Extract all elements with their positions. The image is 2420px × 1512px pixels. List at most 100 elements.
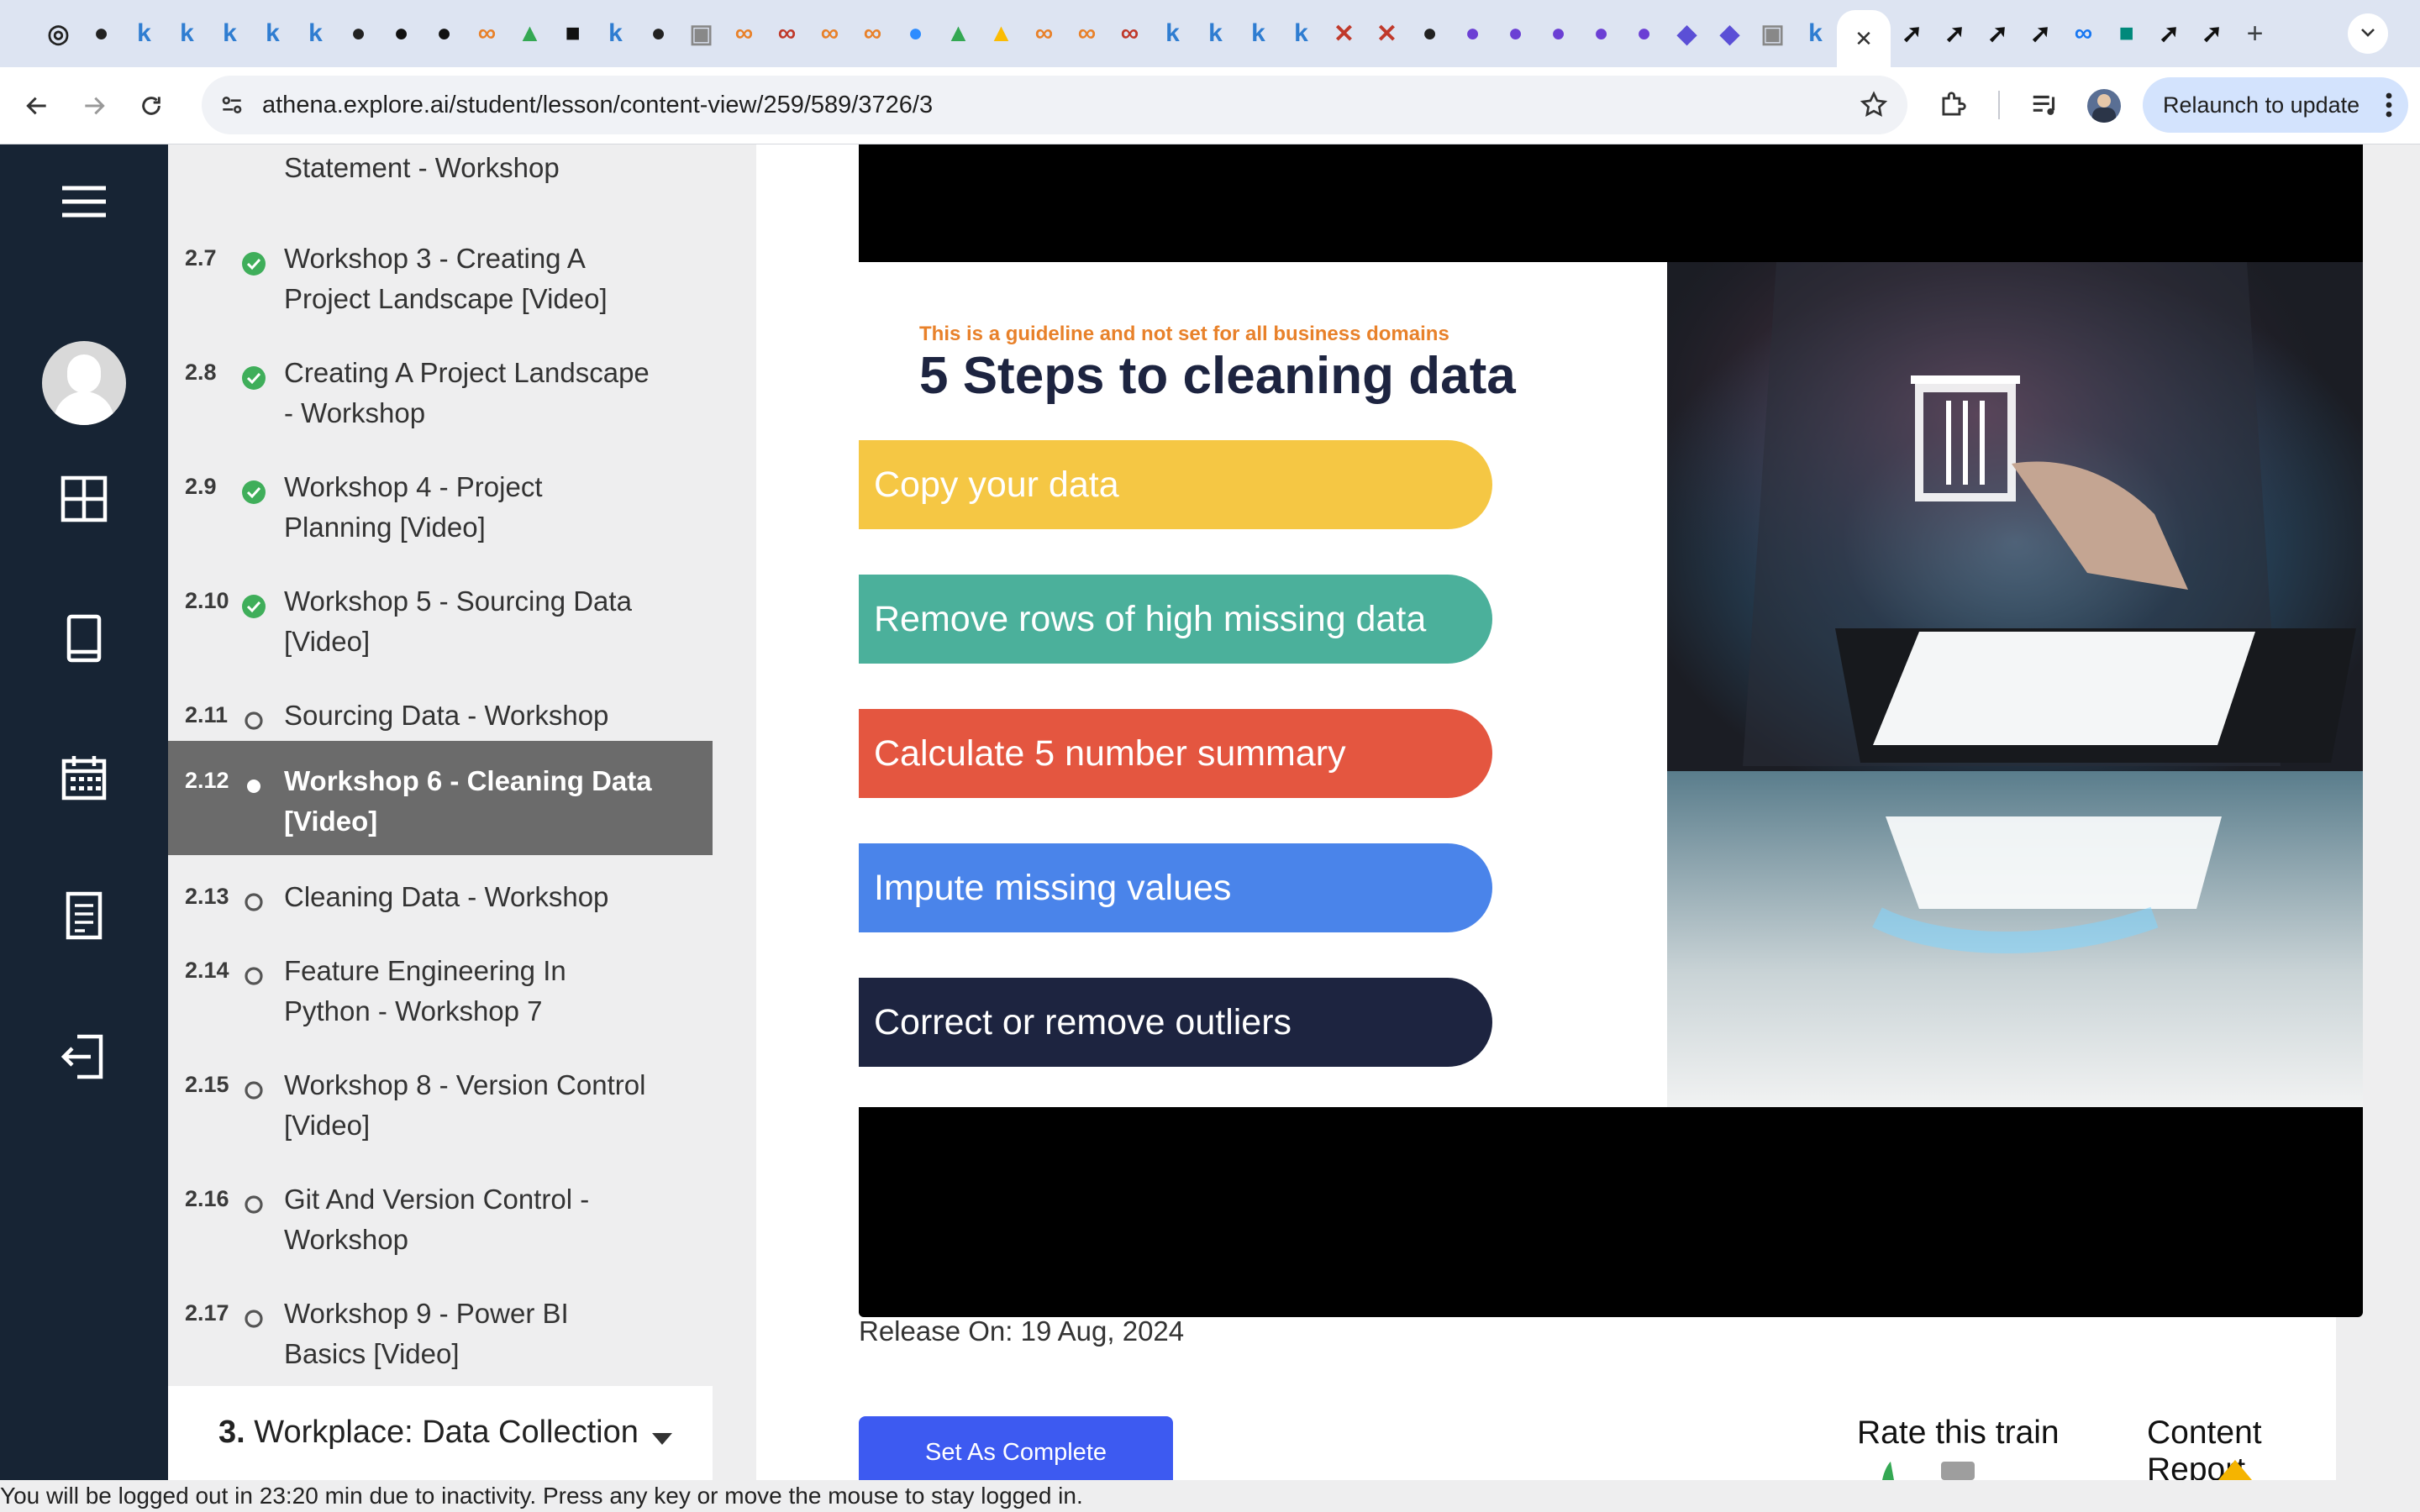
browser-tab[interactable]: ∞ (765, 8, 808, 59)
media-controls-icon[interactable] (2029, 89, 2061, 121)
browser-tab[interactable]: ➚ (1933, 8, 1976, 59)
relaunch-button[interactable]: Relaunch to update (2143, 77, 2408, 133)
browser-tab[interactable]: ▲ (980, 8, 1023, 59)
browser-tab[interactable]: k (1280, 8, 1323, 59)
lesson-number: 2.8 (185, 360, 217, 385)
book-icon[interactable] (59, 613, 109, 664)
browser-tab[interactable]: ➚ (1891, 8, 1933, 59)
browser-tab[interactable]: k (594, 8, 637, 59)
lesson-item[interactable]: 2.15 Workshop 8 - Version Control [Video] (168, 1045, 713, 1159)
browser-tab-active[interactable]: ✕ (1837, 10, 1891, 67)
logout-icon[interactable] (59, 1032, 109, 1082)
browser-tab[interactable]: ● (1537, 8, 1580, 59)
user-avatar[interactable] (42, 341, 126, 425)
browser-tab[interactable]: ● (1451, 8, 1494, 59)
browser-tab[interactable]: ■ (551, 8, 594, 59)
lesson-item[interactable]: 2.17 Workshop 9 - Power BI Basics [Video] (168, 1273, 713, 1388)
browser-tab[interactable]: ◆ (1708, 8, 1751, 59)
browser-tab[interactable]: k (294, 8, 337, 59)
lesson-title: Workshop 9 - Power BI Basics [Video] (284, 1298, 569, 1369)
lesson-item[interactable]: Statement - Workshop (168, 144, 713, 212)
browser-tab[interactable]: k (251, 8, 294, 59)
browser-tab[interactable]: ● (380, 8, 423, 59)
browser-tab[interactable]: k (1237, 8, 1280, 59)
browser-tab[interactable]: ● (423, 8, 466, 59)
address-bar[interactable]: athena.explore.ai/student/lesson/content… (202, 76, 1907, 134)
lesson-item[interactable]: 2.8 Creating A Project Landscape - Worksh… (168, 333, 713, 447)
browser-tab[interactable]: ➚ (2191, 8, 2233, 59)
lesson-item[interactable]: 2.16 Git And Version Control - Workshop (168, 1159, 713, 1273)
browser-tab[interactable]: ➚ (2019, 8, 2062, 59)
meet-icon: ■ (2118, 19, 2134, 47)
browser-tab[interactable]: ▲ (508, 8, 551, 59)
profile-avatar[interactable] (2087, 89, 2121, 123)
warning-icon[interactable] (2218, 1460, 2252, 1480)
browser-tab[interactable]: k (1194, 8, 1237, 59)
browser-tab[interactable]: ∞ (723, 8, 765, 59)
browser-tab[interactable]: ■ (2105, 8, 2148, 59)
browser-tab[interactable]: ∞ (1065, 8, 1108, 59)
dashboard-icon[interactable] (59, 474, 109, 524)
video-player[interactable]: This is a guideline and not set for all … (859, 144, 2363, 1317)
browser-tab[interactable]: k (1151, 8, 1194, 59)
browser-tab[interactable]: ◆ (1665, 8, 1708, 59)
browser-tab[interactable]: ∞ (466, 8, 508, 59)
caret-down-icon[interactable] (652, 1433, 672, 1445)
set-as-complete-button[interactable]: Set As Complete (859, 1416, 1173, 1488)
browser-tab[interactable]: ● (80, 8, 123, 59)
lesson-item[interactable]: 2.14 Feature Engineering In Python - Work… (168, 931, 713, 1045)
hamburger-menu-icon[interactable] (59, 176, 109, 227)
purple-icon: ● (1507, 19, 1523, 47)
arrow-icon: ➚ (1944, 19, 1966, 48)
browser-tab[interactable]: k (123, 8, 166, 59)
browser-tab[interactable]: ∞ (2062, 8, 2105, 59)
browser-tab[interactable]: ▣ (1751, 8, 1794, 59)
forward-button[interactable] (74, 86, 114, 126)
relaunch-label: Relaunch to update (2163, 92, 2360, 118)
browser-tab[interactable]: ◎ (37, 8, 80, 59)
browser-tab[interactable]: ● (337, 8, 380, 59)
site-settings-icon[interactable] (218, 92, 245, 118)
browser-tab[interactable]: ▣ (680, 8, 723, 59)
browser-tab[interactable]: ➚ (2148, 8, 2191, 59)
lesson-number: 2.10 (185, 588, 229, 613)
browser-tab[interactable]: ● (1580, 8, 1623, 59)
check-circle-icon (242, 252, 266, 276)
close-tab-icon[interactable]: ✕ (1854, 26, 1873, 52)
lesson-item[interactable]: 2.7 Workshop 3 - Creating A Project Lands… (168, 218, 713, 333)
browser-tab[interactable]: ● (637, 8, 680, 59)
browser-tab[interactable]: ∞ (1023, 8, 1065, 59)
document-icon[interactable] (59, 890, 109, 941)
new-tab-button[interactable]: + (2233, 8, 2276, 59)
browser-tab[interactable]: ∞ (1108, 8, 1151, 59)
lesson-item[interactable]: 2.12 Workshop 6 - Cleaning Data [Video] (168, 741, 713, 855)
lesson-number: 2.17 (185, 1300, 229, 1326)
browser-tab[interactable]: ● (1494, 8, 1537, 59)
browser-tab[interactable]: k (208, 8, 251, 59)
browser-tab[interactable]: ∞ (851, 8, 894, 59)
browser-tab[interactable]: ✕ (1365, 8, 1408, 59)
browser-tab[interactable]: ∞ (808, 8, 851, 59)
browser-tab[interactable]: ▲ (937, 8, 980, 59)
thumbs-icons[interactable] (1874, 1460, 1975, 1480)
calendar-icon[interactable] (59, 753, 109, 803)
browser-tab[interactable]: ➚ (1976, 8, 2019, 59)
lesson-list: 3. Workplace: Data Collection Statement … (168, 144, 713, 1480)
browser-tab[interactable]: k (1794, 8, 1837, 59)
browser-tab[interactable]: ● (1623, 8, 1665, 59)
browser-tab[interactable]: ✕ (1323, 8, 1365, 59)
tab-search-button[interactable] (2348, 13, 2388, 54)
browser-tab[interactable]: k (166, 8, 208, 59)
lesson-item[interactable]: 2.10 Workshop 5 - Sourcing Data [Video] (168, 561, 713, 675)
lesson-item[interactable]: 2.13 Cleaning Data - Workshop (168, 857, 713, 931)
browser-tab[interactable]: ● (894, 8, 937, 59)
star-icon[interactable] (1859, 90, 1889, 120)
back-button[interactable] (17, 86, 57, 126)
more-vert-icon[interactable] (2385, 89, 2393, 127)
lesson-item[interactable]: 2.11 Sourcing Data - Workshop (168, 675, 713, 749)
lesson-item[interactable]: 2.9 Workshop 4 - Project Planning [Video] (168, 447, 713, 561)
browser-tab[interactable]: ● (1408, 8, 1451, 59)
section-header-3[interactable]: 3. Workplace: Data Collection (168, 1386, 713, 1480)
reload-button[interactable] (131, 86, 171, 126)
extensions-icon[interactable] (1937, 89, 1969, 121)
